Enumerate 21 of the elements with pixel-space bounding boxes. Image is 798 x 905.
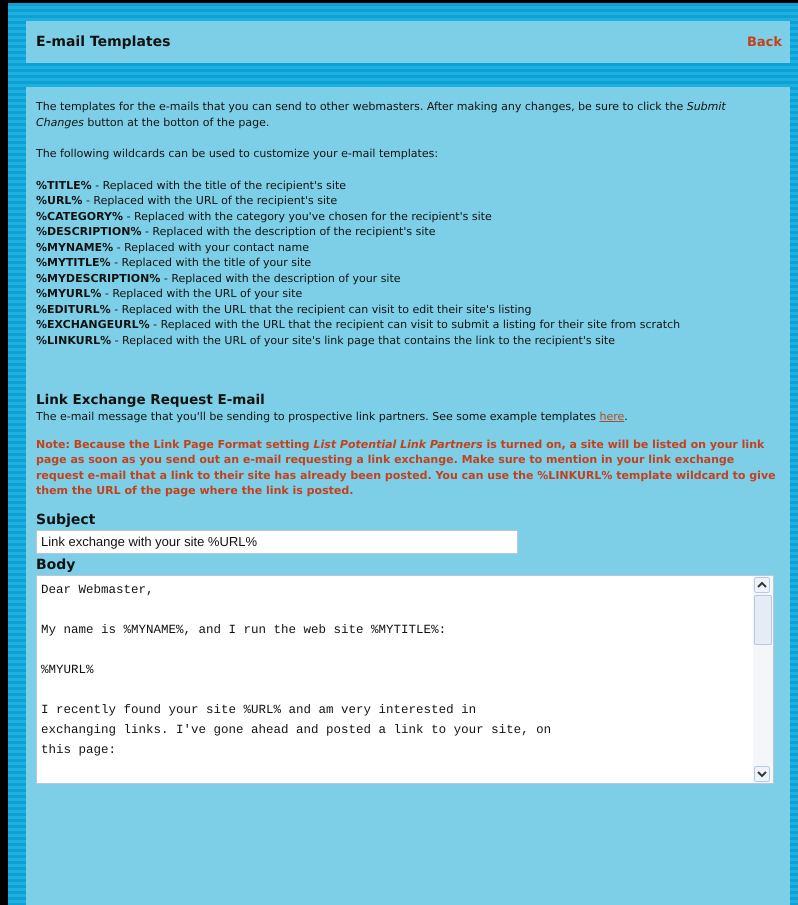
body-label: Body [36,556,76,574]
wildcard-description: %LINKURL% - Replaced with the URL of your site's link page that contains the link to the recipient's site [36,332,616,348]
wildcard-description: %URL% - Replaced with the URL of the recipient's site [36,193,338,208]
page-title: E-mail Templates [36,34,170,50]
subject-label: Subject [36,510,96,530]
section-description: The e-mail message that you'll be sending to prospective link partners. See some example templates [36,410,596,423]
wildcard-description: %MYNAME% - Replaced with your contact name [36,240,310,255]
note-text: Note: Because the Link Page Format setting List Potential Link Partners is turned on, a site will be listed on your link page as soon as you send out an e-mail requesting a link exchange. Make sure to mention in your link exchange request e-mail that a link to their site has already been posted. You can use the %LINKURL% template wildcard to give them the URL of the page where the link is posted. [36,436,776,498]
wildcard-description: %MYURL% - Replaced with the URL of your site [36,286,304,302]
period: . [624,410,628,423]
wildcard-description: %TITLE% - Replaced with the title of the recipient's site [36,178,348,193]
intro-text: The templates for the e-mails that you can send to other webmasters. After making any changes, be sure to click the Submit Changes button at the botton of the page. [36,99,727,130]
wildcard-description: %EDITURL% - Replaced with the URL that the recipient can visit to edit their site's listing [36,302,532,317]
wildcard-description: %DESCRIPTION% - Replaced with the description of the recipient's site [36,224,436,240]
subject-field[interactable]: Link exchange with your site %URL% [36,530,518,554]
section-title: Link Exchange Request E-mail [36,392,266,409]
wildcard-description: %MYTITLE% - Replaced with the title of your site [36,255,312,270]
wildcard-description: %CATEGORY% - Replaced with the category you've chosen for the recipient's site [36,208,493,224]
wildcards-intro: The following wildcards can be used to customize your e-mail templates: [36,146,440,162]
wildcard-description: %EXCHANGEURL% - Replaced with the URL that the recipient can visit to submit a listing for their site from scratch [36,317,682,332]
wildcard-description: %MYDESCRIPTION% - Replaced with the description of your site [36,270,402,286]
